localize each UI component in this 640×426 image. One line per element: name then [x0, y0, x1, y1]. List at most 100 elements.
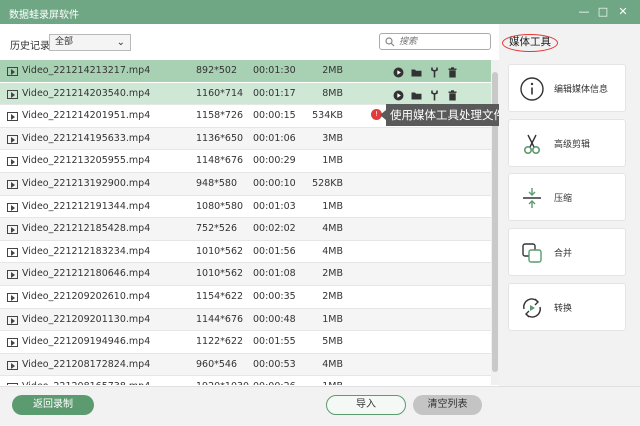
file-name: Video_221212191344.mp4	[22, 200, 151, 212]
file-duration: 00:01:56	[253, 245, 296, 257]
table-row[interactable]: Video_221209202610.mp4 1154*622 00:00:35 2M…	[0, 286, 491, 309]
table-row[interactable]: Video_221209201130.mp4 1144*676 00:00:48 1M…	[0, 308, 491, 332]
file-resolution: 892*502	[196, 65, 238, 76]
table-row[interactable]: Video_221214213217.mp4 892*502 00:01:30 2MB	[0, 60, 491, 83]
file-duration: 00:00:53	[253, 358, 296, 370]
wrench-icon[interactable]	[429, 88, 440, 101]
search-box[interactable]	[379, 33, 491, 50]
table-row[interactable]: Video_221214195633.mp4 1136*650 00:01:06 3M…	[0, 127, 491, 151]
table-row[interactable]: Video_221212180646.mp4 1010*562 00:01:08 2M…	[0, 263, 491, 286]
history-filter-select[interactable]: 全部 ⌄	[49, 34, 131, 51]
file-name: Video_221214203540.mp4	[22, 87, 151, 99]
file-resolution: 752*526	[196, 223, 238, 235]
video-file-icon	[7, 134, 18, 144]
file-name: Video_221213192900.mp4	[22, 177, 151, 189]
tool-convert[interactable]: 转换	[508, 283, 626, 331]
video-file-icon	[7, 112, 18, 122]
footer-bar	[0, 386, 640, 426]
file-resolution: 1010*562	[196, 245, 244, 257]
tool-compress[interactable]: 压缩	[508, 173, 626, 221]
file-duration: 00:01:06	[253, 132, 296, 144]
file-name: Video_221212183234.mp4	[22, 245, 151, 257]
file-resolution: 1160*714	[196, 87, 244, 99]
file-resolution: 948*580	[196, 177, 238, 189]
file-name: Video_221209201130.mp4	[22, 313, 151, 325]
merge-icon	[522, 243, 542, 263]
video-file-icon	[7, 179, 18, 189]
tool-label: 高级剪辑	[554, 140, 591, 150]
video-file-icon	[7, 315, 18, 325]
media-tools-title: 媒体工具	[502, 34, 558, 52]
video-file-icon	[7, 247, 18, 257]
file-resolution: 1144*676	[196, 313, 244, 325]
file-duration: 00:01:08	[253, 268, 296, 280]
file-name: Video_221214213217.mp4	[22, 65, 151, 76]
file-size: 4MB	[322, 223, 343, 235]
file-resolution: 1010*562	[196, 268, 244, 280]
file-name: Video_221213205955.mp4	[22, 155, 151, 167]
file-size: 2MB	[322, 268, 343, 280]
chevron-down-icon: ⌄	[116, 37, 125, 48]
tool-label: 压缩	[554, 194, 573, 204]
table-row[interactable]: Video_221212185428.mp4 752*526 00:02:02 4MB	[0, 218, 491, 241]
file-size: 2MB	[322, 65, 343, 76]
file-name: Video_221209202610.mp4	[22, 290, 151, 302]
tool-merge[interactable]: 合并	[508, 228, 626, 276]
file-duration: 00:01:17	[253, 87, 296, 99]
folder-icon[interactable]	[411, 88, 422, 100]
table-row[interactable]: Video_221213192900.mp4 948*580 00:00:10 528…	[0, 172, 491, 196]
table-row[interactable]: Video_221213205955.mp4 1148*676 00:00:29 1M…	[0, 150, 491, 173]
video-file-icon	[7, 157, 18, 167]
video-file-icon	[7, 338, 18, 348]
tool-advanced-trim[interactable]: 高级剪辑	[508, 119, 626, 167]
close-button[interactable]: ✕	[615, 4, 631, 20]
file-name: Video_221208172824.mp4	[22, 358, 151, 370]
file-size: 4MB	[322, 358, 343, 370]
trash-icon[interactable]	[447, 65, 458, 78]
video-file-icon	[7, 292, 18, 302]
file-size: 3MB	[322, 132, 343, 144]
play-icon[interactable]	[393, 65, 404, 78]
info-icon	[520, 77, 544, 101]
file-resolution: 1920*1030	[196, 376, 249, 385]
import-button[interactable]: 导入	[326, 395, 406, 415]
video-file-icon	[7, 360, 18, 370]
file-size: 1MB	[322, 313, 343, 325]
play-icon[interactable]	[393, 88, 404, 101]
tool-label: 编辑媒体信息	[554, 85, 609, 95]
wrench-icon[interactable]	[429, 65, 440, 78]
table-row[interactable]: Video_221208165738.mp4 1920*1030 00:00:26 1…	[0, 376, 491, 385]
file-name: Video_221212185428.mp4	[22, 223, 151, 235]
file-resolution: 1080*580	[196, 200, 244, 212]
file-duration: 00:00:26	[253, 376, 296, 385]
compress-icon	[523, 188, 541, 208]
table-row[interactable]: Video_221209194946.mp4 1122*622 00:01:55 5M…	[0, 331, 491, 354]
file-duration: 00:00:10	[253, 177, 296, 189]
title-bar: 数据蛙录屏软件 — □ ✕	[0, 0, 640, 24]
video-file-icon	[7, 383, 18, 385]
back-to-record-button[interactable]: 返回录制	[12, 395, 94, 415]
minimize-button[interactable]: —	[576, 4, 592, 20]
scissors-icon	[524, 134, 540, 154]
file-duration: 00:00:48	[253, 313, 296, 325]
history-label: 历史记录	[10, 41, 50, 52]
table-row[interactable]: Video_221212183234.mp4 1010*562 00:01:56 4M…	[0, 241, 491, 264]
file-resolution: 960*546	[196, 358, 238, 370]
trash-icon[interactable]	[447, 88, 458, 101]
convert-icon	[523, 298, 541, 318]
tool-edit-media-info[interactable]: 编辑媒体信息	[508, 64, 626, 112]
table-row[interactable]: Video_221208172824.mp4 960*546 00:00:53 4MB	[0, 353, 491, 377]
table-row[interactable]: Video_221212191344.mp4 1080*580 00:01:03 1M…	[0, 196, 491, 219]
file-resolution: 1148*676	[196, 155, 244, 167]
table-row[interactable]: Video_221214203540.mp4 1160*714 00:01:17 8M…	[0, 82, 491, 106]
file-duration: 00:02:02	[253, 223, 296, 235]
maximize-button[interactable]: □	[595, 4, 611, 20]
file-size: 5MB	[322, 336, 343, 348]
video-file-icon	[7, 270, 18, 280]
search-icon	[385, 37, 395, 47]
clear-list-button[interactable]: 清空列表	[413, 395, 482, 415]
file-size: 1MB	[322, 200, 343, 212]
search-input[interactable]	[399, 35, 487, 48]
folder-icon[interactable]	[411, 65, 422, 77]
file-name: Video_221212180646.mp4	[22, 268, 151, 280]
